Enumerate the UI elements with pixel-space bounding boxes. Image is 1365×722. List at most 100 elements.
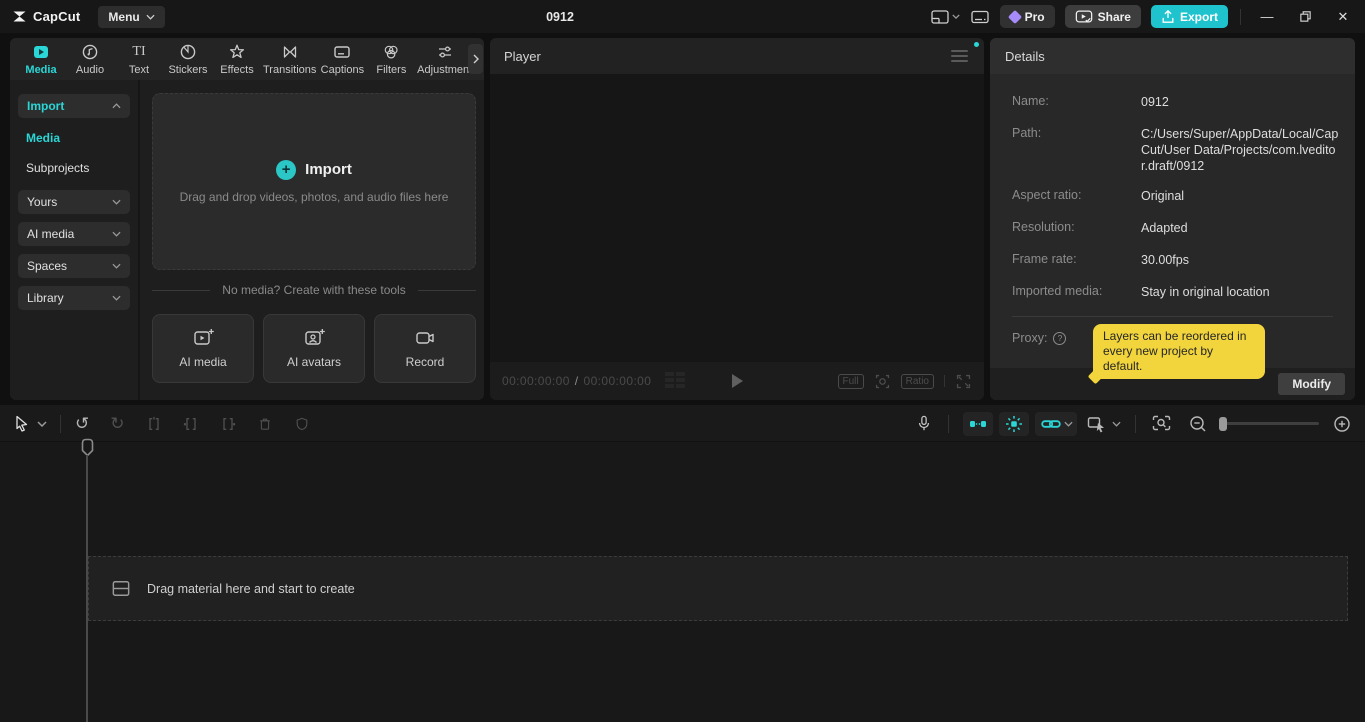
redo-button[interactable]: ↻ — [110, 415, 124, 432]
playhead-handle[interactable] — [81, 438, 94, 457]
undo-button[interactable]: ↺ — [75, 415, 89, 432]
toolbar-separator — [60, 415, 61, 433]
tab-captions[interactable]: Captions — [325, 42, 359, 76]
layers-tooltip: Layers can be reordered in every new pro… — [1093, 324, 1265, 379]
slider-thumb[interactable] — [1219, 417, 1227, 431]
magnet-icon — [969, 416, 987, 432]
slider-track — [1219, 422, 1319, 425]
transitions-tab-icon — [280, 42, 300, 62]
tool-cards: AI media AI avatars Record — [152, 314, 476, 383]
preview-axis-button[interactable] — [1087, 415, 1121, 433]
delete-left-button[interactable] — [183, 415, 199, 433]
play-button[interactable] — [730, 373, 744, 389]
magnetic-snap-toggle[interactable] — [963, 412, 993, 436]
ratio-badge[interactable]: Ratio — [901, 374, 934, 389]
ai-media-card[interactable]: AI media — [152, 314, 254, 383]
player-menu-icon[interactable] — [951, 50, 968, 62]
timeline-drop-area[interactable]: Drag material here and start to create — [88, 556, 1348, 621]
chevron-down-icon — [952, 14, 960, 19]
zoom-view-icon[interactable] — [874, 373, 891, 390]
link-toggle[interactable] — [1035, 412, 1077, 436]
minimize-button[interactable]: — — [1253, 0, 1281, 33]
sidebar-item-library[interactable]: Library — [18, 286, 130, 310]
audio-tab-icon — [80, 42, 100, 62]
media-panel: Media Audio TI Text Stickers — [10, 38, 484, 400]
detail-row-resolution: Resolution: Adapted — [1012, 220, 1341, 236]
chevron-down-icon — [112, 295, 121, 301]
captions-tab-icon — [332, 42, 352, 62]
timeline-area[interactable]: Drag material here and start to create — [0, 442, 1365, 722]
tab-audio[interactable]: Audio — [73, 42, 107, 76]
delete-button[interactable] — [257, 415, 273, 433]
pro-button[interactable]: Pro — [1000, 5, 1055, 28]
adjustment-tab-icon — [435, 42, 455, 62]
chevron-down-icon — [1064, 421, 1073, 427]
sidebar-item-subprojects[interactable]: Subprojects — [26, 160, 138, 176]
player-title: Player — [504, 49, 541, 64]
timeline-zoom-slider[interactable] — [1219, 417, 1319, 431]
sidebar-item-ai-media[interactable]: AI media — [18, 222, 130, 246]
restore-icon — [1299, 10, 1312, 23]
detail-row-name: Name: 0912 — [1012, 94, 1341, 110]
asset-tab-strip: Media Audio TI Text Stickers — [10, 38, 484, 80]
export-button[interactable]: Export — [1151, 5, 1228, 28]
keyboard-icon — [970, 8, 990, 26]
tab-adjustment[interactable]: Adjustment — [423, 42, 466, 76]
sidebar-item-import[interactable]: Import — [18, 94, 130, 118]
record-card[interactable]: Record — [374, 314, 476, 383]
effects-tab-icon — [227, 42, 247, 62]
chevron-up-icon — [112, 103, 121, 109]
cover-shield-icon[interactable] — [294, 415, 310, 433]
cursor-tool-icon[interactable] — [14, 415, 30, 432]
import-dropzone[interactable]: + Import Drag and drop videos, photos, a… — [152, 93, 476, 270]
zoom-in-button[interactable] — [1333, 415, 1351, 433]
preview-axis-icon — [1087, 415, 1107, 433]
tools-divider: No media? Create with these tools — [152, 283, 476, 297]
detail-row-path: Path: C:/Users/Super/AppData/Local/CapCu… — [1012, 126, 1341, 174]
auto-pack-toggle[interactable] — [999, 412, 1029, 436]
tab-filters[interactable]: Filters — [374, 42, 408, 76]
chevron-right-icon — [473, 54, 479, 64]
details-divider — [1012, 316, 1333, 317]
player-header: Player — [490, 38, 984, 74]
titlebar-right: Pro Share Export — — [930, 0, 1365, 33]
tabs-overflow-button[interactable] — [468, 44, 483, 74]
cursor-tool-chevron-icon[interactable] — [37, 421, 47, 427]
find-clip-icon[interactable] — [1152, 415, 1172, 432]
help-icon[interactable]: ? — [1053, 332, 1066, 345]
shortcut-panel-button[interactable] — [970, 8, 990, 26]
modify-button[interactable]: Modify — [1278, 373, 1345, 395]
details-panel: Details Name: 0912 Path: C:/Users/Super/… — [990, 38, 1355, 400]
delete-right-button[interactable] — [220, 415, 236, 433]
text-tab-icon: TI — [132, 42, 145, 62]
fullscreen-icon[interactable] — [955, 373, 972, 390]
sidebar-item-spaces[interactable]: Spaces — [18, 254, 130, 278]
burst-icon — [1005, 415, 1023, 433]
menu-button[interactable]: Menu — [98, 6, 164, 28]
tab-media[interactable]: Media — [24, 42, 58, 76]
tab-effects[interactable]: Effects — [220, 42, 254, 76]
player-controls: 00:00:00:00 / 00:00:00:00 Full Ratio — [490, 362, 984, 400]
ai-avatars-card[interactable]: AI avatars — [263, 314, 365, 383]
full-badge[interactable]: Full — [838, 374, 864, 389]
tab-text[interactable]: TI Text — [122, 42, 156, 76]
details-body: Name: 0912 Path: C:/Users/Super/AppData/… — [990, 74, 1355, 345]
titlebar-separator — [1240, 9, 1241, 25]
chevron-down-icon — [112, 231, 121, 237]
time-separator: / — [575, 374, 579, 388]
zoom-out-button[interactable] — [1189, 415, 1207, 433]
close-button[interactable]: ✕ — [1329, 0, 1357, 33]
share-button[interactable]: Share — [1065, 5, 1141, 28]
media-sidebar: Import Media Subprojects Yours AI media … — [10, 80, 140, 400]
layout-switch-button[interactable] — [930, 8, 960, 26]
tab-transitions[interactable]: Transitions — [269, 42, 310, 76]
restore-button[interactable] — [1291, 0, 1319, 33]
player-panel: Player 00:00:00:00 / 00:00:00:00 Full — [490, 38, 984, 400]
tools-divider-text: No media? Create with these tools — [222, 283, 405, 297]
split-button[interactable] — [146, 415, 162, 433]
sidebar-item-media[interactable]: Media — [26, 130, 138, 146]
voiceover-mic-icon[interactable] — [916, 414, 932, 433]
tab-stickers[interactable]: Stickers — [171, 42, 205, 76]
player-status-dot — [974, 42, 979, 47]
sidebar-item-yours[interactable]: Yours — [18, 190, 130, 214]
